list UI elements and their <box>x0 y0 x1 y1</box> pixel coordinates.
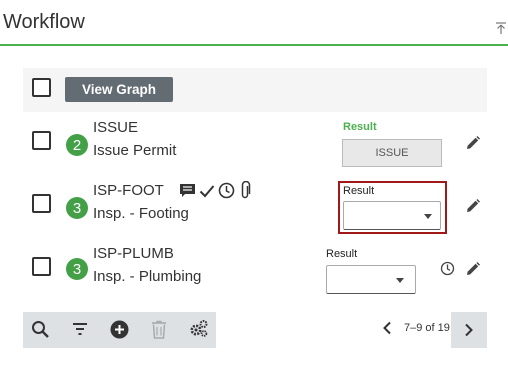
result-label: Result <box>343 185 375 197</box>
panel-header: Workflow <box>0 0 508 46</box>
add-icon[interactable] <box>110 320 129 339</box>
next-page-button[interactable] <box>451 312 487 348</box>
task-code: ISSUE <box>93 119 139 136</box>
filter-icon[interactable] <box>72 322 88 336</box>
result-select[interactable] <box>343 201 441 230</box>
clock-icon[interactable] <box>218 182 235 199</box>
result-label: Result <box>326 248 358 260</box>
result-label: Result <box>343 121 377 133</box>
select-all-checkbox[interactable] <box>32 78 51 97</box>
caret-down-icon <box>396 278 404 283</box>
clock-icon[interactable] <box>440 261 455 276</box>
settings-icon[interactable] <box>189 319 209 338</box>
delete-icon[interactable] <box>151 320 167 339</box>
edit-icon[interactable] <box>465 261 481 277</box>
step-badge: 3 <box>66 258 88 280</box>
task-code: ISP-FOOT <box>93 182 164 199</box>
check-icon[interactable] <box>199 184 215 198</box>
task-description: Insp. - Footing <box>93 205 189 222</box>
result-field: ISSUE <box>342 139 442 167</box>
pagination-range: 7–9 of 19 <box>404 322 450 334</box>
view-graph-button[interactable]: View Graph <box>65 77 173 102</box>
edit-icon[interactable] <box>465 135 481 151</box>
caret-down-icon <box>424 214 432 219</box>
row-checkbox[interactable] <box>32 131 51 150</box>
row-checkbox[interactable] <box>32 257 51 276</box>
chevron-left-icon[interactable] <box>382 321 392 335</box>
task-description: Issue Permit <box>93 142 177 159</box>
task-description: Insp. - Plumbing <box>93 268 202 285</box>
paperclip-icon[interactable] <box>238 181 252 200</box>
chevron-right-icon <box>465 323 473 337</box>
collapse-icon[interactable] <box>496 22 506 34</box>
edit-icon[interactable] <box>465 198 481 214</box>
comment-icon[interactable] <box>179 183 196 198</box>
task-code: ISP-PLUMB <box>93 245 174 262</box>
result-select[interactable] <box>326 265 416 294</box>
step-badge: 3 <box>66 197 88 219</box>
row-checkbox[interactable] <box>32 194 51 213</box>
search-icon[interactable] <box>31 320 50 339</box>
step-badge: 2 <box>66 134 88 156</box>
panel-title: Workflow <box>3 11 85 33</box>
